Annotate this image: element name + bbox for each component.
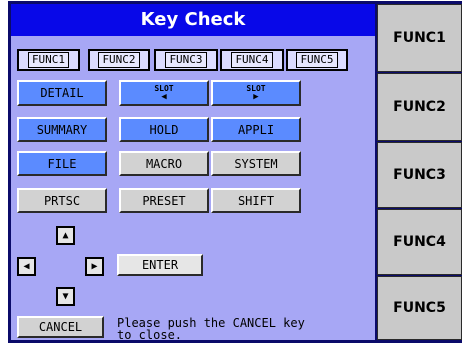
softkey-func1[interactable]: FUNC1 (377, 4, 462, 72)
softkey-func5[interactable]: FUNC5 (377, 276, 462, 340)
cancel-key: CANCEL (17, 316, 104, 338)
down-arrow-key: ▼ (56, 287, 75, 306)
detail-key: DETAIL (17, 80, 107, 106)
softkey-func2[interactable]: FUNC2 (377, 73, 462, 141)
instruction-message: Please push the CANCEL key to close. (117, 317, 367, 341)
preset-key: PRESET (119, 188, 209, 213)
right-arrow-key: ▶ (85, 257, 104, 276)
macro-key: MACRO (119, 151, 209, 176)
softkey-func3[interactable]: FUNC3 (377, 142, 462, 208)
file-key: FILE (17, 151, 107, 176)
system-key: SYSTEM (211, 151, 301, 176)
left-arrow-key: ◀ (17, 257, 36, 276)
summary-key: SUMMARY (17, 117, 107, 142)
appli-key: APPLI (211, 117, 301, 142)
func3-indicator: FUNC3 (154, 49, 218, 71)
enter-key: ENTER (117, 254, 203, 276)
slot-right-key: SLOT ▶ (211, 80, 301, 106)
slot-right-arrow-icon: ▶ (253, 92, 259, 102)
slot-left-arrow-icon: ◀ (161, 92, 167, 102)
prtsc-key: PRTSC (17, 188, 107, 213)
slot-left-key: SLOT ◀ (119, 80, 209, 106)
shift-key: SHIFT (211, 188, 301, 213)
dialog-title: Key Check (11, 4, 375, 36)
key-check-dialog: Key Check FUNC1 FUNC2 FUNC3 FUNC4 FUNC5 … (11, 4, 375, 341)
func1-indicator: FUNC1 (17, 49, 80, 71)
softkey-func4[interactable]: FUNC4 (377, 209, 462, 275)
func2-indicator: FUNC2 (88, 49, 150, 71)
up-arrow-key: ▲ (56, 226, 75, 245)
hold-key: HOLD (119, 117, 209, 142)
func4-indicator: FUNC4 (220, 49, 284, 71)
func5-indicator: FUNC5 (286, 49, 348, 71)
instruction-line-2: to close. (117, 328, 183, 342)
